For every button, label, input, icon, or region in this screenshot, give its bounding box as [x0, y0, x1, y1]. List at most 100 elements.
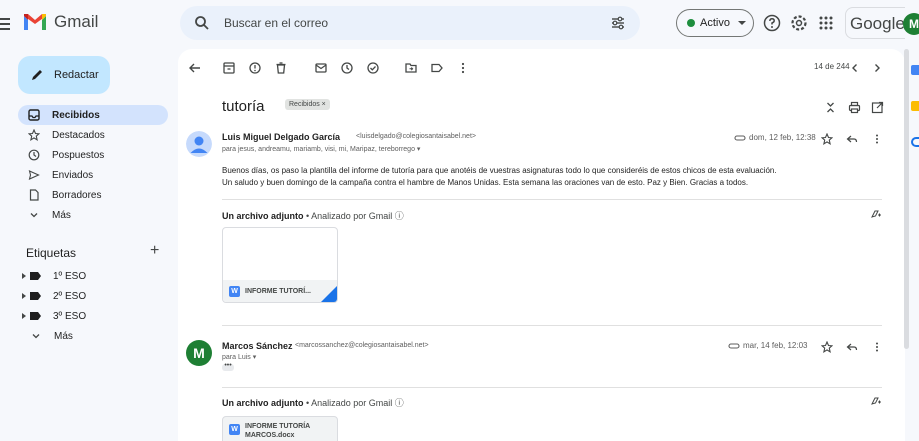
label-name: 2º ESO	[53, 290, 87, 302]
delete-icon[interactable]	[274, 61, 288, 75]
sender-name[interactable]: Luis Miguel Delgado García	[222, 132, 340, 142]
sidebar-item-sent[interactable]: Enviados	[18, 165, 168, 185]
more-vert-icon[interactable]	[871, 133, 883, 145]
archive-icon[interactable]	[222, 61, 236, 75]
sidebar-item-label: Borradores	[52, 189, 102, 201]
more-vert-icon[interactable]	[871, 341, 883, 353]
snooze-clock-icon[interactable]	[340, 61, 354, 75]
help-icon[interactable]	[762, 13, 782, 33]
message-body-line: Buenos días, os paso la plantilla del in…	[222, 166, 777, 175]
recipients-dropdown[interactable]: para jesus, andreamu, mariamb, visi, mi,…	[222, 145, 420, 153]
message-date: mar, 14 feb, 12:03	[743, 341, 808, 350]
add-to-drive-icon[interactable]	[870, 395, 882, 407]
message-date: dom, 12 feb, 12:38	[749, 133, 816, 142]
labels-heading: Etiquetas	[26, 246, 77, 260]
scan-note: • Analizado por Gmail ⓘ	[303, 211, 404, 221]
divider	[222, 387, 882, 388]
sidebar-label-2eso[interactable]: 2º ESO	[22, 287, 172, 305]
keep-app-icon[interactable]	[911, 101, 919, 111]
attachment-icon	[728, 343, 740, 349]
add-to-drive-icon[interactable]	[870, 208, 882, 220]
attachment-name: INFORME TUTORÍ...	[245, 287, 311, 295]
move-to-icon[interactable]	[404, 61, 418, 75]
status-dropdown[interactable]: Activo	[676, 9, 754, 37]
search-bar[interactable]: Buscar en el correo	[180, 6, 640, 40]
label-tag-icon	[30, 292, 41, 300]
gmail-logo[interactable]: Gmail	[22, 12, 98, 32]
thread-subject: tutoría	[222, 98, 265, 115]
attachment-card[interactable]: W INFORME TUTORÍ...	[222, 227, 338, 303]
expand-arrow-icon[interactable]	[22, 273, 26, 279]
divider	[222, 325, 882, 326]
attachment-icon	[734, 135, 746, 141]
collapse-all-icon[interactable]	[824, 101, 837, 114]
chevron-down-icon	[32, 334, 40, 339]
attachment-header: Un archivo adjunto • Analizado por Gmail…	[222, 209, 404, 222]
attachment-count: Un archivo adjunto	[222, 211, 304, 221]
search-options-icon[interactable]	[610, 15, 626, 31]
sidebar-label-1eso[interactable]: 1º ESO	[22, 267, 172, 285]
sidebar-label-3eso[interactable]: 3º ESO	[22, 307, 172, 325]
compose-button[interactable]: Redactar	[18, 56, 110, 94]
google-account-brand[interactable]: Google	[845, 7, 905, 39]
attachment-name: INFORME TUTORÍA MARCOS.docx	[245, 422, 310, 440]
sidebar-item-label: Enviados	[52, 169, 94, 181]
send-icon	[28, 170, 40, 180]
sender-avatar[interactable]: M	[186, 340, 212, 366]
label-name: 3º ESO	[53, 310, 87, 322]
add-task-icon[interactable]	[366, 61, 380, 75]
label-tag-icon	[30, 272, 41, 280]
report-spam-icon[interactable]	[248, 61, 262, 75]
account-avatar[interactable]: M	[903, 13, 919, 35]
pagination-counter: 14 de 244	[814, 62, 850, 71]
add-label-button[interactable]: +	[150, 242, 159, 260]
label-icon[interactable]	[430, 61, 444, 75]
sidebar-item-inbox[interactable]: Recibidos	[18, 105, 168, 125]
print-icon[interactable]	[848, 101, 861, 114]
sidebar-item-label: Pospuestos	[52, 149, 105, 161]
clock-icon	[28, 149, 40, 161]
search-icon[interactable]	[194, 15, 210, 31]
label-tag-icon	[30, 312, 41, 320]
sidebar-item-snoozed[interactable]: Pospuestos	[18, 145, 168, 165]
mark-unread-icon[interactable]	[314, 61, 328, 75]
app-name: Gmail	[54, 12, 99, 31]
sidebar-item-more[interactable]: Más	[18, 205, 168, 225]
reply-icon[interactable]	[846, 341, 858, 353]
sender-name[interactable]: Marcos Sánchez	[222, 341, 293, 351]
recipients-dropdown[interactable]: para Luis ▾	[222, 353, 256, 361]
menu-icon[interactable]	[0, 14, 14, 34]
divider	[222, 199, 882, 200]
chevron-down-icon	[737, 21, 746, 25]
chevron-down-icon	[30, 213, 38, 218]
expand-arrow-icon[interactable]	[22, 293, 26, 299]
star-icon[interactable]	[821, 341, 833, 353]
expand-arrow-icon[interactable]	[22, 313, 26, 319]
tasks-app-icon[interactable]	[911, 137, 919, 147]
attachment-card[interactable]: W INFORME TUTORÍA MARCOS.docx	[222, 416, 338, 441]
label-name: 1º ESO	[53, 270, 87, 282]
settings-gear-icon[interactable]	[789, 13, 809, 33]
status-label: Activo	[700, 17, 730, 29]
open-new-window-icon[interactable]	[871, 101, 884, 114]
newer-chevron-icon[interactable]	[848, 61, 862, 75]
sidebar-item-starred[interactable]: Destacados	[18, 125, 168, 145]
reply-icon[interactable]	[846, 133, 858, 145]
more-vert-icon[interactable]	[456, 61, 470, 75]
sidebar-item-drafts[interactable]: Borradores	[18, 185, 168, 205]
attachment-name-line: INFORME TUTORÍA	[245, 423, 311, 430]
star-icon[interactable]	[821, 133, 833, 145]
calendar-app-icon[interactable]	[911, 65, 919, 75]
top-bar: Gmail Buscar en el correo Activo Google …	[0, 0, 919, 48]
show-trimmed-content-button[interactable]: •••	[222, 362, 234, 371]
inbox-label-chip[interactable]: Recibidos ×	[285, 99, 330, 110]
draft-icon	[29, 189, 39, 201]
sidebar-labels-more[interactable]: Más	[30, 327, 180, 345]
back-arrow-icon[interactable]	[188, 61, 202, 75]
older-chevron-icon[interactable]	[870, 61, 884, 75]
default-avatar[interactable]	[186, 131, 212, 157]
label-name: Más	[54, 330, 73, 342]
word-doc-icon: W	[229, 285, 240, 297]
apps-grid-icon[interactable]	[816, 13, 836, 33]
search-input[interactable]: Buscar en el correo	[224, 16, 328, 30]
